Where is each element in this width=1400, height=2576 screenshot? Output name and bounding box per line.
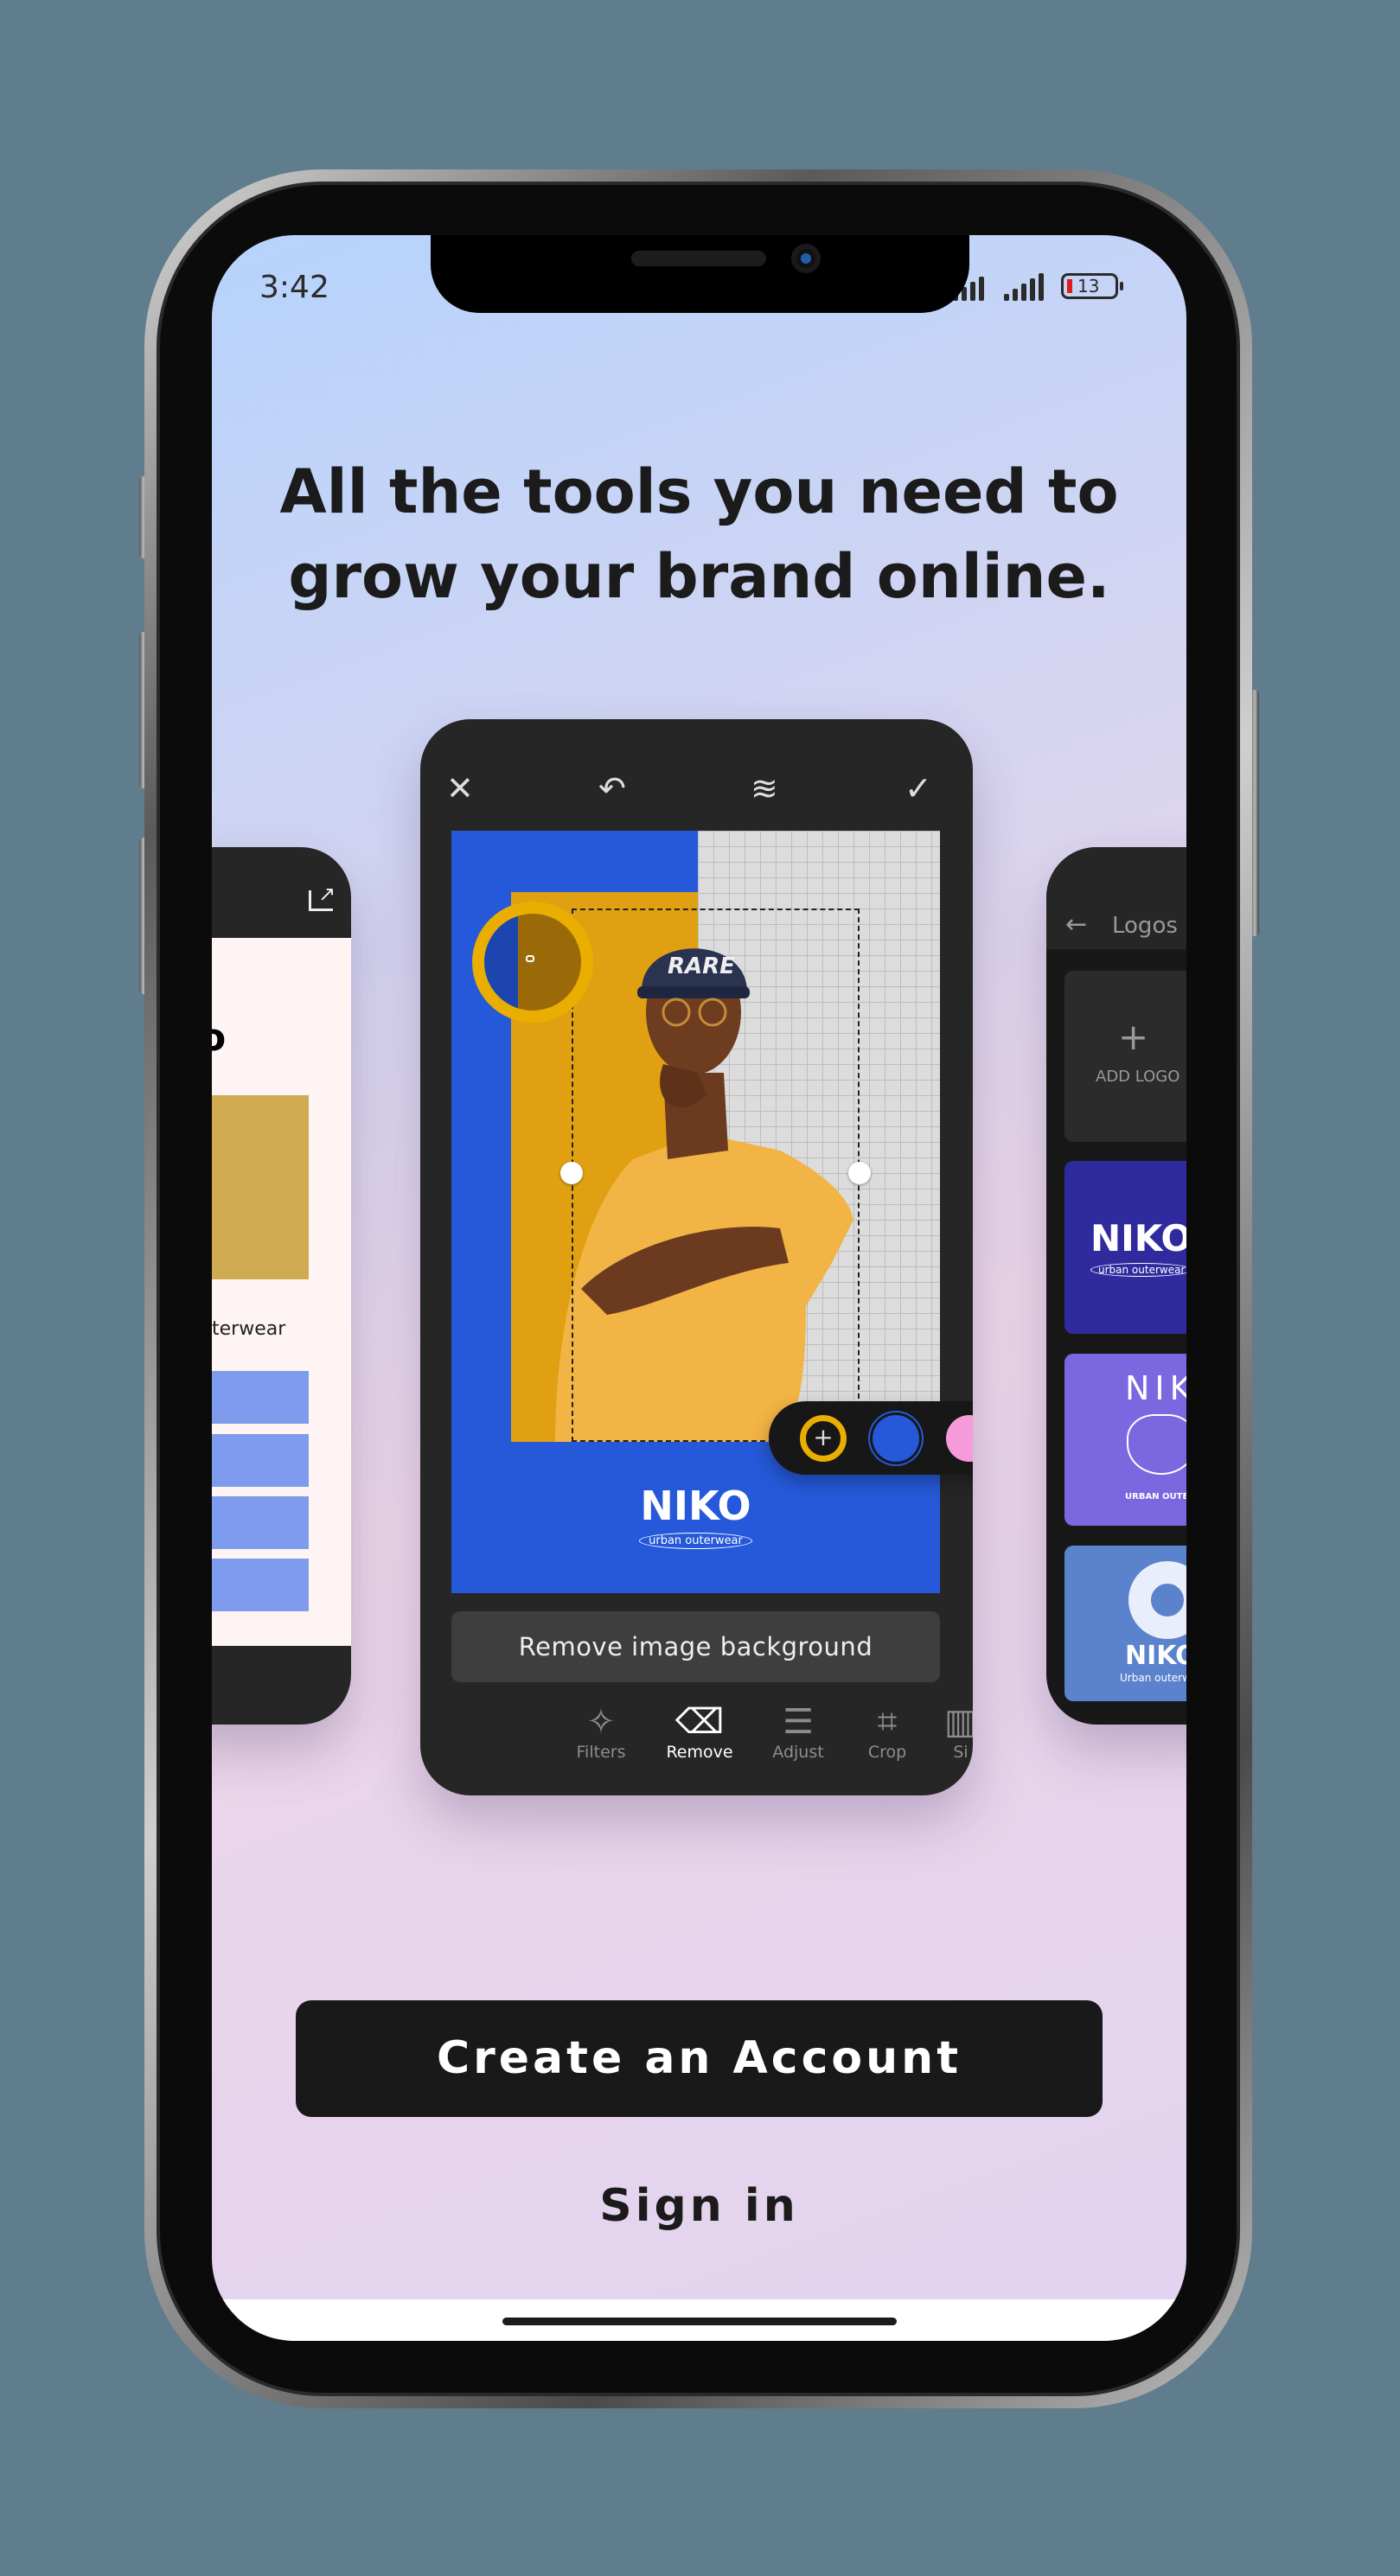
menu-bar[interactable]: [212, 1559, 309, 1611]
canvas-logo: NIKO: [640, 1482, 751, 1529]
logo-tile[interactable]: NIKO URBAN OUTERWEAR: [1064, 1354, 1186, 1526]
logo-tile[interactable]: NIKO Urban outerwear: [1064, 1546, 1186, 1701]
logo-name: NIKO: [1125, 1641, 1186, 1671]
heading-fragment: o: [212, 1016, 227, 1060]
close-icon[interactable]: ✕: [446, 771, 474, 806]
logo-tagline: URBAN OUTERWEAR: [1125, 1492, 1186, 1502]
menu-bar[interactable]: [212, 1434, 309, 1487]
ring-logo-icon: [1128, 1561, 1186, 1639]
plus-icon: +: [1118, 1016, 1149, 1058]
design-canvas[interactable]: RARE NIKO urban outerwear: [451, 831, 940, 1593]
external-link-icon[interactable]: ↗: [309, 882, 336, 911]
create-account-button[interactable]: Create an Account: [296, 2000, 1103, 2117]
plus-icon: +: [813, 1423, 834, 1451]
add-logo-label: ADD LOGO: [1096, 1068, 1180, 1086]
editor-card[interactable]: ✕ ↶ ≋ ✓ RARE NIKO urban outerwear + Remo…: [420, 719, 973, 1795]
headline: All the tools you need to grow your brand…: [212, 450, 1186, 619]
menu-bar[interactable]: [212, 1496, 309, 1549]
color-swatch-pink[interactable]: [946, 1415, 973, 1462]
remove-background-button[interactable]: Remove image background: [451, 1611, 940, 1682]
screen: 3:42 13 All the tools you need to grow yo…: [212, 235, 1186, 2341]
logo-tagline: urban outerwear: [1090, 1263, 1186, 1277]
logo-tagline: Urban outerwear: [1120, 1672, 1186, 1684]
selection-box[interactable]: [572, 909, 860, 1442]
canvas-tagline: urban outerwear: [451, 1531, 940, 1549]
resize-handle-right[interactable]: [848, 1162, 871, 1184]
tab-label: Remove: [666, 1743, 733, 1762]
headline-line-1: All the tools you need to: [279, 456, 1119, 527]
filters-icon: ✧: [586, 1702, 616, 1742]
layers-icon[interactable]: ≋: [751, 771, 778, 806]
magnifier-loupe[interactable]: [472, 902, 593, 1023]
signal-icon-2: [1004, 273, 1044, 301]
menu-bar[interactable]: [212, 1371, 309, 1424]
website-preview-card[interactable]: ↗ o terwear: [212, 847, 351, 1725]
add-logo-tile[interactable]: + ADD LOGO: [1064, 971, 1186, 1142]
tab-filters[interactable]: ✧ Filters: [558, 1701, 644, 1762]
battery-icon: 13: [1061, 273, 1123, 299]
tab-adjust[interactable]: ☰ Adjust: [755, 1701, 841, 1762]
caption-fragment: terwear: [212, 1318, 286, 1340]
size-icon: ▥: [944, 1702, 973, 1742]
sliders-icon: ☰: [783, 1702, 814, 1742]
battery-level: 13: [1077, 276, 1100, 296]
resize-handle-left[interactable]: [560, 1162, 583, 1184]
add-color-swatch[interactable]: +: [800, 1415, 847, 1462]
color-swatch-blue[interactable]: [873, 1415, 919, 1462]
tab-size[interactable]: ▥ Si: [917, 1701, 973, 1762]
eraser-icon: ⌫: [674, 1702, 725, 1742]
color-swatch-picker: +: [769, 1401, 973, 1475]
check-icon[interactable]: ✓: [905, 771, 932, 806]
undo-icon[interactable]: ↶: [598, 771, 626, 806]
tab-remove[interactable]: ⌫ Remove: [656, 1701, 743, 1762]
back-arrow-icon[interactable]: ←: [1065, 909, 1087, 940]
canvas-tagline-text: urban outerwear: [639, 1533, 752, 1549]
logos-card[interactable]: ← Logos + ADD LOGO NIKO urban outerwear …: [1046, 847, 1186, 1725]
tiger-icon: [1127, 1414, 1186, 1475]
hero-image: [212, 1095, 309, 1279]
logo-name: NIKO: [1125, 1369, 1186, 1407]
logo-tile[interactable]: NIKO urban outerwear: [1064, 1161, 1186, 1334]
notch: [431, 235, 969, 313]
status-time: 3:42: [259, 270, 329, 305]
camera: [791, 244, 821, 273]
logo-name: NIKO: [1090, 1217, 1186, 1259]
tab-label: Si: [953, 1743, 968, 1762]
home-indicator[interactable]: [502, 2318, 897, 2325]
speaker: [631, 251, 766, 266]
headline-line-2: grow your brand online.: [288, 541, 1110, 612]
sign-in-link[interactable]: Sign in: [212, 2180, 1186, 2232]
tab-label: Filters: [576, 1743, 626, 1762]
tab-label: Adjust: [772, 1743, 824, 1762]
card-footer: [212, 1646, 351, 1725]
logos-title: Logos: [1112, 913, 1178, 939]
